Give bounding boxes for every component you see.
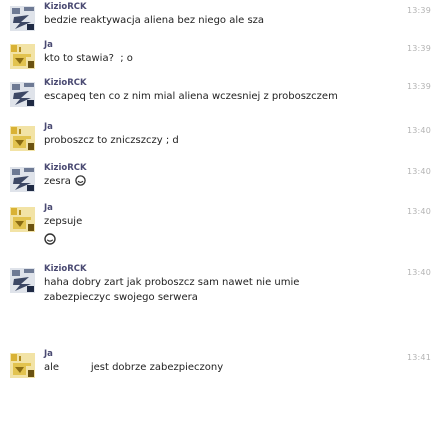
message-author: KizioRCK: [44, 78, 87, 88]
smile-emoji-icon: [44, 230, 56, 245]
message-time: 13:40: [406, 268, 431, 277]
message-text: bedzie reaktywacja aliena bez niego ale …: [44, 15, 265, 26]
message-author: KizioRCK: [44, 264, 87, 274]
chat-message: KizioRCK escapeq ten co z nim mial alien…: [0, 78, 440, 114]
chat-message: Ja kto to stawia? ; o 13:39: [0, 40, 440, 76]
message-text: escapeq ten co z nim mial aliena wczesni…: [44, 91, 338, 102]
chat-message: KizioRCK zesra 13:40: [0, 163, 440, 199]
message-text-line: haha dobry zart jak proboszcz sam nawet …: [44, 277, 300, 288]
message-text-content: zesra: [44, 176, 71, 187]
bot-avatar-icon[interactable]: [9, 166, 36, 193]
chat-message: KizioRCK bedzie reaktywacja aliena bez n…: [0, 2, 440, 38]
chat-message: Ja ale jest dobrze zabezpieczony 13:41: [0, 349, 440, 389]
message-author: Ja: [44, 349, 53, 359]
message-text: zepsuje: [44, 216, 83, 227]
user-avatar-icon[interactable]: [9, 43, 36, 70]
message-time: 13:41: [406, 353, 431, 362]
message-text: haha dobry zart jak proboszcz sam nawet …: [44, 275, 299, 305]
message-time: 13:39: [406, 82, 431, 91]
message-author: Ja: [44, 40, 53, 50]
message-time: 13:39: [406, 44, 431, 53]
smile-emoji-icon: [75, 175, 86, 186]
message-time: 13:39: [406, 6, 431, 15]
message-author: KizioRCK: [44, 163, 87, 173]
chat-log: KizioRCK bedzie reaktywacja aliena bez n…: [0, 0, 440, 424]
message-text: ale jest dobrze zabezpieczony: [44, 362, 224, 373]
message-author: KizioRCK: [44, 2, 87, 12]
message-text-line: zabezpieczyc swojego serwera: [44, 292, 198, 303]
bot-avatar-icon[interactable]: [9, 267, 36, 294]
message-text: kto to stawia? ; o: [44, 53, 133, 64]
message-text: proboszcz to zniczszczy ; d: [44, 135, 179, 146]
bot-avatar-icon[interactable]: [9, 5, 36, 32]
message-author: Ja: [44, 203, 53, 213]
user-avatar-icon[interactable]: [9, 125, 36, 152]
chat-message: KizioRCK haha dobry zart jak proboszcz s…: [0, 264, 440, 314]
chat-message: Ja zepsuje 13:40: [0, 203, 440, 249]
message-author: Ja: [44, 122, 53, 132]
chat-message: Ja proboszcz to zniczszczy ; d 13:40: [0, 122, 440, 158]
user-avatar-icon[interactable]: [9, 352, 36, 379]
message-time: 13:40: [406, 126, 431, 135]
user-avatar-icon[interactable]: [9, 206, 36, 233]
message-time: 13:40: [406, 207, 431, 216]
bot-avatar-icon[interactable]: [9, 81, 36, 108]
message-text: zesra: [44, 174, 86, 189]
message-time: 13:40: [406, 167, 431, 176]
